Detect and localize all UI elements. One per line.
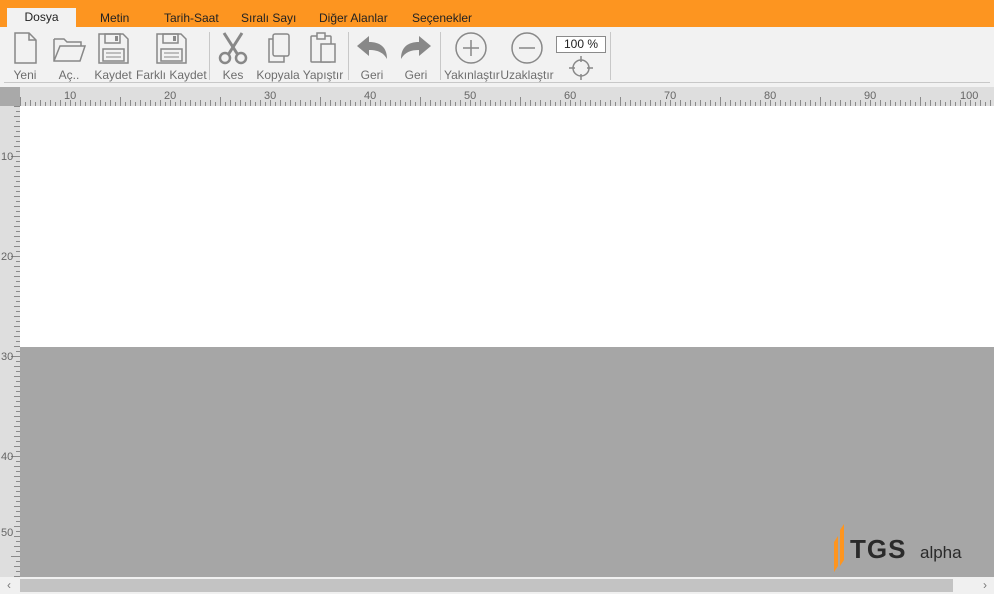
save-button[interactable]: Kaydet <box>93 27 133 83</box>
ruler-label: 20 <box>164 90 177 102</box>
save-as-label: Farklı Kaydet <box>136 68 207 82</box>
redo-button[interactable]: Geri <box>396 27 436 83</box>
ruler-label: 80 <box>764 90 777 102</box>
zoom-out-icon <box>511 32 543 64</box>
ruler-label: 10 <box>64 90 77 102</box>
save-label: Kaydet <box>94 68 132 82</box>
scissors-icon <box>218 32 248 65</box>
label-canvas[interactable] <box>20 106 994 347</box>
toolbar-divider <box>209 32 210 80</box>
ruler-label: 60 <box>564 90 577 102</box>
copy-icon <box>268 33 290 63</box>
ruler-label: 10 <box>1 151 14 163</box>
copy-button[interactable]: Kopyala <box>256 27 300 83</box>
cut-button[interactable]: Kes <box>214 27 252 83</box>
ruler-label: 30 <box>264 90 277 102</box>
ruler-label: 40 <box>364 90 377 102</box>
save-icon <box>98 33 129 64</box>
save-as-button[interactable]: Farklı Kaydet <box>136 27 207 83</box>
tab-sirali-sayi[interactable]: Sıralı Sayı <box>241 9 296 27</box>
new-file-icon <box>14 32 37 64</box>
zoom-in-button[interactable]: Yakınlaştır <box>444 27 500 83</box>
ruler-label: 70 <box>664 90 677 102</box>
open-label: Aç.. <box>58 68 80 82</box>
vertical-ruler-ticks <box>11 106 20 577</box>
logo-text: TGS <box>850 534 906 564</box>
ruler-label: 30 <box>1 351 14 363</box>
scrollbar-thumb[interactable] <box>20 579 953 592</box>
toolbar-divider <box>348 32 349 80</box>
zoom-reset-button[interactable] <box>566 56 596 82</box>
toolbar-divider <box>440 32 441 80</box>
tab-diger-alanlar[interactable]: Diğer Alanlar <box>319 9 388 27</box>
horizontal-ruler-ticks <box>20 97 991 106</box>
redo-arrow-icon <box>401 36 431 59</box>
paste-button[interactable]: Yapıştır <box>302 27 344 83</box>
crosshair-icon <box>569 56 593 80</box>
open-button[interactable]: Aç.. <box>48 27 90 83</box>
undo-label: Geri <box>360 68 384 82</box>
zoom-in-icon <box>455 32 487 64</box>
ribbon-toolbar: Yeni Aç.. Kaydet Farklı Kaydet Kes Kopya… <box>0 27 994 87</box>
toolbar-divider <box>610 32 611 80</box>
ruler-corner <box>0 87 20 106</box>
cut-label: Kes <box>222 68 244 82</box>
new-button[interactable]: Yeni <box>7 27 43 83</box>
logo-suffix: alpha <box>920 543 962 562</box>
tab-metin[interactable]: Metin <box>100 9 129 27</box>
ruler-label: 50 <box>464 90 477 102</box>
undo-button[interactable]: Geri <box>352 27 392 83</box>
menu-bar: Dosya Metin Tarih-Saat Sıralı Sayı Diğer… <box>0 0 994 27</box>
tab-tarih-saat[interactable]: Tarih-Saat <box>164 9 219 27</box>
ruler-label: 100 <box>960 90 979 102</box>
zoom-in-label: Yakınlaştır <box>444 68 500 82</box>
zoom-level-input[interactable]: 100 % <box>556 36 606 53</box>
redo-label: Geri <box>404 68 428 82</box>
copy-label: Kopyala <box>256 68 300 82</box>
paste-label: Yapıştır <box>302 68 344 82</box>
undo-arrow-icon <box>357 36 387 59</box>
ruler-label: 50 <box>1 527 14 539</box>
tab-dosya[interactable]: Dosya <box>7 8 76 27</box>
folder-open-icon <box>53 38 87 62</box>
tgs-alpha-logo: TGS alpha <box>834 524 962 572</box>
vertical-ruler <box>0 106 20 577</box>
paste-icon <box>310 32 336 63</box>
tab-secenekler[interactable]: Seçenekler <box>412 9 472 27</box>
horizontal-ruler <box>0 87 994 106</box>
scroll-right-arrow-icon[interactable]: › <box>978 578 992 592</box>
ruler-label: 40 <box>1 451 14 463</box>
zoom-out-label: Uzaklaştır <box>500 68 554 82</box>
ruler-label: 90 <box>864 90 877 102</box>
ruler-label: 20 <box>1 251 14 263</box>
save-as-icon <box>156 33 187 64</box>
toolbar-bottom-border <box>4 82 990 83</box>
new-label: Yeni <box>13 68 37 82</box>
zoom-out-button[interactable]: Uzaklaştır <box>500 27 554 83</box>
scroll-left-arrow-icon[interactable]: ‹ <box>2 578 16 592</box>
